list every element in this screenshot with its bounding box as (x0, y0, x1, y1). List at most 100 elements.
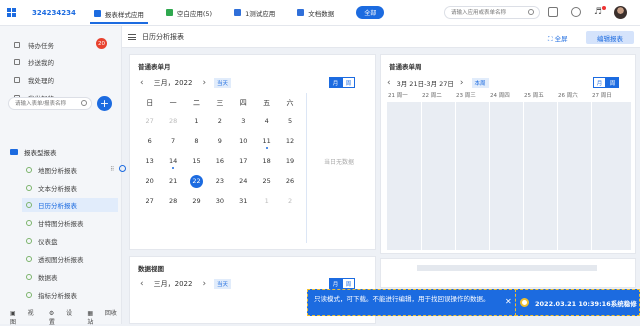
week-day-label: 23 周三 (456, 93, 476, 99)
calendar-day[interactable]: 16 (208, 153, 231, 169)
weekday-label: 五 (263, 99, 271, 107)
sidebar: 待办任务 20 抄送我的 我处理的 我发起的 报表型报表 地图分析报表⠿ 文本分… (0, 26, 126, 326)
week-view-button[interactable]: 周 (342, 278, 355, 289)
settings-icon[interactable] (119, 165, 126, 172)
help-icon[interactable] (571, 7, 581, 17)
week-day-label: 21 周一 (388, 93, 408, 99)
fullscreen-button[interactable]: ⛶ 全屏 (548, 33, 568, 44)
calendar-day[interactable]: 31 (232, 193, 255, 209)
tree-item-text-report[interactable]: 文本分析报表 (22, 181, 118, 195)
tree-item-gantt-report[interactable]: 甘特图分析报表 (22, 216, 118, 230)
calendar-day[interactable]: 18 (255, 153, 278, 169)
close-icon[interactable]: ✕ (505, 297, 512, 306)
folder-report-type[interactable]: 报表型报表 (10, 147, 57, 157)
calendar-day[interactable]: 29 (185, 193, 208, 209)
week-day-label: 22 周二 (422, 93, 442, 99)
calendar-day[interactable]: 20 (138, 173, 161, 189)
weekday-label: 四 (239, 99, 247, 107)
month-view-button[interactable]: 月 (329, 77, 342, 88)
tab-doc-data[interactable]: 文档数据 (293, 6, 338, 20)
sidebar-item-handled[interactable]: 我处理的 (14, 75, 54, 85)
calendar-day[interactable]: 14 (161, 153, 184, 169)
system-status-toast[interactable]: 2022.03.21 10:39:16系统稳修 (515, 289, 640, 316)
view-toggle: 月 周 (593, 77, 619, 88)
qr-icon[interactable] (548, 7, 558, 17)
month-view-button[interactable]: 月 (329, 278, 342, 289)
calendar-day[interactable]: 4 (255, 113, 278, 129)
loading-panel (380, 258, 636, 288)
folder-icon (10, 149, 18, 155)
report-icon (93, 10, 101, 17)
tree-item-dashboard[interactable]: 仪表盘 (22, 234, 118, 248)
prev-arrow-icon[interactable]: ‹ (140, 78, 144, 88)
weekday-label: 三 (216, 99, 224, 107)
tab-blank-app[interactable]: 空白应用(5) (162, 6, 216, 20)
calendar-day[interactable]: 2 (278, 193, 301, 209)
calendar-day[interactable]: 27 (138, 113, 161, 129)
month-view-button[interactable]: 月 (593, 77, 606, 88)
view-button[interactable]: ▣ 视图 (10, 308, 39, 326)
calendar-day[interactable]: 28 (161, 193, 184, 209)
calendar-day[interactable]: 22 (185, 173, 208, 189)
next-arrow-icon[interactable]: › (202, 78, 206, 88)
app-search-input[interactable] (444, 6, 540, 19)
today-button[interactable]: 当天 (214, 279, 232, 289)
report-search-input[interactable] (8, 97, 92, 110)
edit-report-button[interactable]: 编辑报表 (586, 31, 634, 44)
calendar-day[interactable]: 12 (278, 133, 301, 149)
calendar-day[interactable]: 7 (161, 133, 184, 149)
tree-item-map-report[interactable]: 地图分析报表 ⠿ (22, 163, 126, 177)
add-report-button[interactable]: + (97, 96, 112, 111)
calendar-day[interactable]: 15 (185, 153, 208, 169)
calendar-day[interactable]: 9 (208, 133, 231, 149)
week-view-button[interactable]: 周 (606, 77, 619, 88)
tree-item-pivot-report[interactable]: 透视图分析报表 (22, 252, 118, 266)
recycle-bin-button[interactable]: ▦ 回收站 (87, 308, 122, 326)
calendar-day[interactable]: 26 (278, 173, 301, 189)
weekday-label: 日 (146, 99, 154, 107)
drag-handle-icon[interactable]: ⠿ (110, 166, 114, 173)
calendar-day[interactable]: 8 (185, 133, 208, 149)
sidebar-item-cc[interactable]: 抄送我的 (14, 57, 54, 67)
calendar-day[interactable]: 17 (232, 153, 255, 169)
calendar-day[interactable]: 28 (161, 113, 184, 129)
bell-icon[interactable]: ♬ (594, 7, 602, 17)
apps-grid-icon[interactable] (7, 8, 16, 17)
calendar-day[interactable]: 21 (161, 173, 184, 189)
calendar-day[interactable]: 2 (208, 113, 231, 129)
tab-test-app[interactable]: 1测试应用 (230, 6, 279, 20)
report-node-icon (26, 167, 32, 173)
calendar-day[interactable]: 1 (255, 193, 278, 209)
tree-item-calendar-report[interactable]: 日历分析报表 (22, 198, 118, 212)
prev-arrow-icon[interactable]: ‹ (387, 78, 391, 88)
tree-item-data-table[interactable]: 数据表 (22, 270, 118, 284)
app-icon (234, 9, 242, 16)
prev-arrow-icon[interactable]: ‹ (140, 279, 144, 289)
calendar-day[interactable]: 25 (255, 173, 278, 189)
calendar-day[interactable]: 11 (255, 133, 278, 149)
calendar-day[interactable]: 24 (232, 173, 255, 189)
this-week-button[interactable]: 本周 (471, 78, 489, 88)
calendar-day[interactable]: 10 (232, 133, 255, 149)
today-button[interactable]: 当天 (214, 78, 232, 88)
calendar-day[interactable]: 6 (138, 133, 161, 149)
next-arrow-icon[interactable]: › (202, 279, 206, 289)
sidebar-item-todo[interactable]: 待办任务 (14, 40, 54, 50)
settings-button[interactable]: ⚙ 设置 (49, 308, 78, 326)
report-node-icon (26, 185, 32, 191)
tree-item-metric-report[interactable]: 指标分析报表 (22, 288, 118, 302)
calendar-day[interactable]: 3 (232, 113, 255, 129)
tab-report-style[interactable]: 报表样式应用 (89, 6, 148, 24)
calendar-day[interactable]: 5 (278, 113, 301, 129)
calendar-day[interactable]: 27 (138, 193, 161, 209)
calendar-day[interactable]: 30 (208, 193, 231, 209)
next-arrow-icon[interactable]: › (460, 78, 464, 88)
calendar-day[interactable]: 13 (138, 153, 161, 169)
calendar-day[interactable]: 23 (208, 173, 231, 189)
avatar[interactable] (614, 6, 627, 19)
menu-icon[interactable] (128, 34, 136, 40)
calendar-day[interactable]: 19 (278, 153, 301, 169)
all-apps-button[interactable]: 全部 (356, 6, 385, 19)
week-view-button[interactable]: 周 (342, 77, 355, 88)
calendar-day[interactable]: 1 (185, 113, 208, 129)
